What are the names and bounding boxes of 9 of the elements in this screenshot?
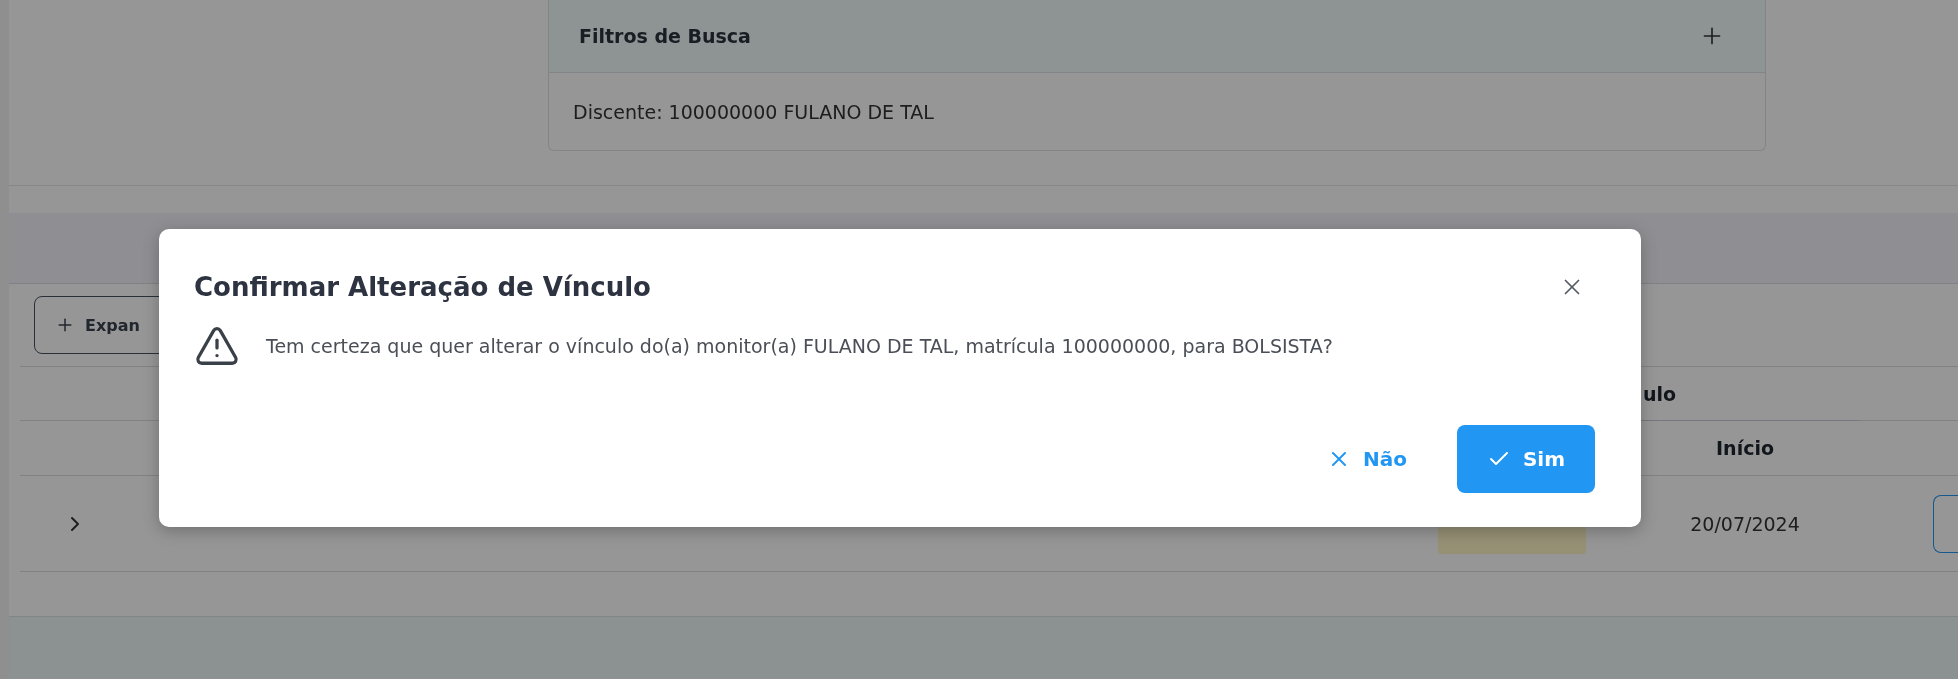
column-header: Início (1715, 437, 1775, 459)
filter-summary: Discente: 100000000 FULANO DE TAL (572, 99, 935, 125)
group-header: ulo (1642, 382, 1677, 405)
confirm-button[interactable]: Sim (1456, 425, 1595, 493)
dialog-message: Tem certeza que quer alterar o vínculo do(a) monitor(a) FULANO DE TAL, matrícula 100000000, para BOLSISTA? (266, 335, 1333, 357)
filter-title: Filtros de Busca (579, 25, 751, 47)
date-cell-text: 20/07/2024 (1689, 512, 1801, 535)
filter-header[interactable]: Filtros de Busca (549, 0, 1765, 73)
cancel-button[interactable]: Não (1306, 425, 1427, 493)
